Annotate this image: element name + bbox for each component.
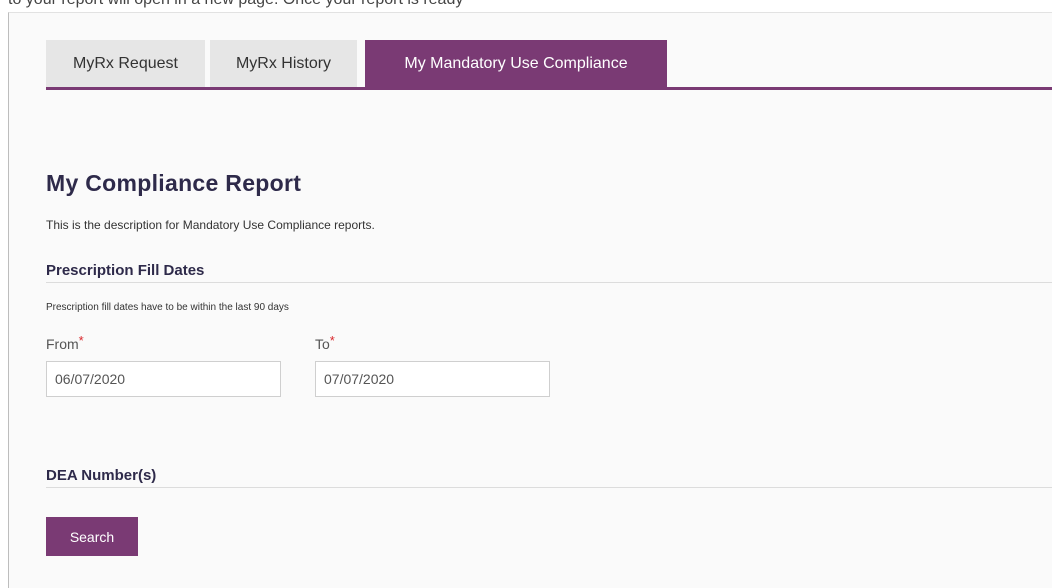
tab-myrx-request[interactable]: MyRx Request <box>46 40 205 87</box>
to-label: To* <box>315 333 335 352</box>
from-label: From* <box>46 333 84 352</box>
content-frame: MyRx Request MyRx History My Mandatory U… <box>8 12 1052 588</box>
required-asterisk: * <box>329 333 335 348</box>
tab-mandatory-use-compliance[interactable]: My Mandatory Use Compliance <box>365 40 667 87</box>
section-heading-fill-dates: Prescription Fill Dates <box>46 262 1052 283</box>
to-date-input[interactable] <box>315 361 550 397</box>
from-date-input[interactable] <box>46 361 281 397</box>
tab-bar: MyRx Request MyRx History My Mandatory U… <box>46 40 1052 90</box>
fill-dates-hint: Prescription fill dates have to be withi… <box>46 302 289 313</box>
page-description: This is the description for Mandatory Us… <box>46 218 375 232</box>
search-button[interactable]: Search <box>46 517 138 556</box>
page-title: My Compliance Report <box>46 170 302 196</box>
cut-off-text: to your report will open in a new page. … <box>8 0 463 9</box>
from-label-text: From <box>46 336 79 352</box>
section-heading-dea-numbers: DEA Number(s) <box>46 467 1052 488</box>
required-asterisk: * <box>78 333 84 348</box>
tab-myrx-history[interactable]: MyRx History <box>210 40 357 87</box>
to-label-text: To <box>315 336 330 352</box>
